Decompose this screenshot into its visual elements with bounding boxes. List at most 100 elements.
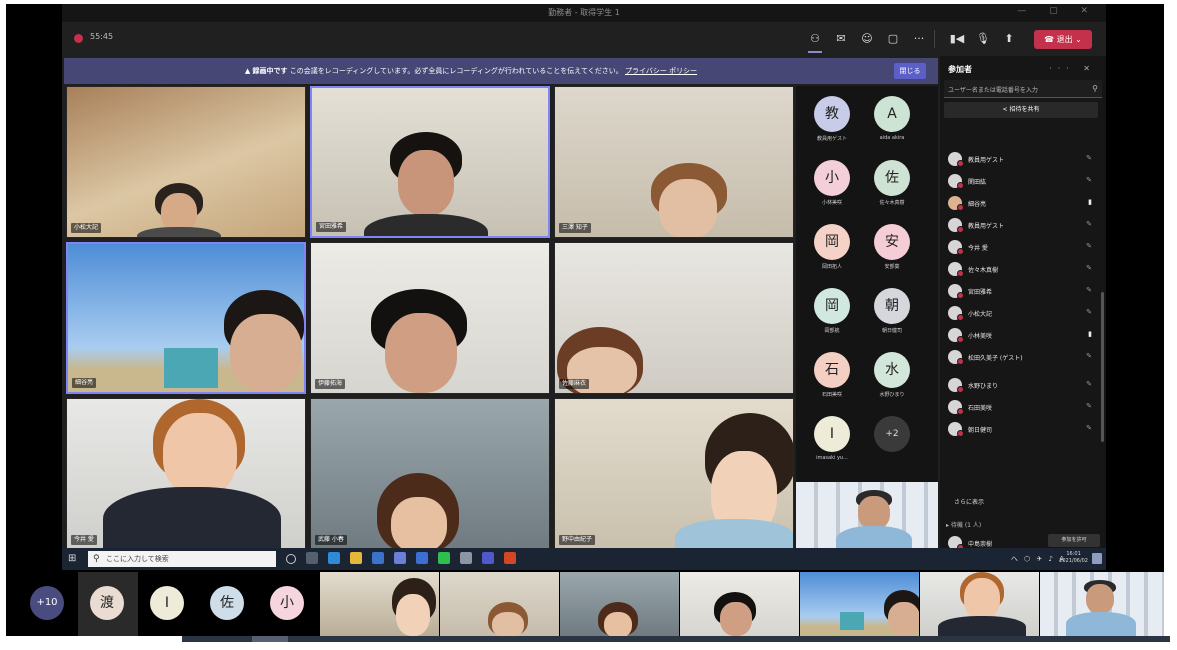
video-tile[interactable]: 今井 愛 bbox=[66, 398, 306, 550]
teams-icon[interactable] bbox=[482, 552, 494, 564]
tile-name: 細谷亮 bbox=[72, 378, 97, 388]
participant-row[interactable]: 小松大記 ✎ bbox=[940, 302, 1106, 324]
panel-scrollbar[interactable] bbox=[1101, 292, 1104, 442]
show-more-link[interactable]: さらに表示 bbox=[954, 497, 984, 506]
overflow-count-avatar[interactable]: +10 bbox=[30, 586, 64, 620]
avatar[interactable]: 水 bbox=[874, 352, 910, 388]
participant-row[interactable]: 関田紘 ✎ bbox=[940, 170, 1106, 192]
leave-label: 退出 bbox=[1056, 35, 1073, 44]
line-icon[interactable] bbox=[438, 552, 450, 564]
task-view-icon[interactable] bbox=[306, 552, 318, 564]
avatar[interactable]: 佐 bbox=[874, 160, 910, 196]
avatar bbox=[948, 196, 964, 211]
avatar-label: 朝日健司 bbox=[881, 328, 902, 334]
camera-icon[interactable]: ▮◀ bbox=[948, 30, 966, 48]
participant-row[interactable]: 朝日健司 ✎ bbox=[940, 418, 1106, 440]
participant-row[interactable]: 細谷亮 ▮ bbox=[940, 192, 1106, 214]
participant-row[interactable]: 水野ひまり ✎ bbox=[940, 374, 1106, 396]
avatar-row: 教 A 教員用ゲスト aida akira bbox=[796, 90, 938, 154]
participant-row[interactable]: 教員用ゲスト ✎ bbox=[940, 148, 1106, 170]
video-thumbnail[interactable] bbox=[680, 572, 799, 636]
video-tile[interactable]: 小松大記 bbox=[66, 86, 306, 238]
clock-date: 2021/06/02 bbox=[1059, 558, 1088, 564]
avatar[interactable]: 石 bbox=[814, 352, 850, 388]
avatar[interactable]: 教 bbox=[814, 96, 850, 132]
avatar bbox=[948, 240, 964, 255]
privacy-policy-link[interactable]: プライバシー ポリシー bbox=[625, 67, 697, 75]
avatar[interactable]: I bbox=[814, 416, 850, 452]
avatar[interactable]: A bbox=[874, 96, 910, 132]
participant-row[interactable]: 松田久美子 (ゲスト) ✎ bbox=[940, 346, 1106, 374]
taskbar-search-input[interactable]: ⚲ ここに入力して検索 bbox=[88, 551, 276, 567]
taskbar-clock[interactable]: 16:01 2021/06/02 bbox=[1059, 551, 1088, 565]
self-view-video[interactable] bbox=[796, 482, 938, 552]
avatar bbox=[948, 284, 964, 299]
share-screen-icon[interactable]: ⬆ bbox=[1000, 30, 1018, 48]
reactions-icon[interactable]: ☺ bbox=[858, 30, 876, 48]
avatar[interactable]: 安 bbox=[874, 224, 910, 260]
participant-row[interactable]: 佐々木真樹 ✎ bbox=[940, 258, 1106, 280]
windows-start-icon[interactable]: ⊞ bbox=[68, 553, 76, 564]
avatar[interactable]: 渡 bbox=[90, 586, 124, 620]
window-controls[interactable]: — ▢ ✕ bbox=[1017, 6, 1098, 16]
word-icon[interactable] bbox=[416, 552, 428, 564]
video-tile-active-speaker[interactable]: 宮田雅希 bbox=[310, 86, 550, 238]
file-explorer-icon[interactable] bbox=[350, 552, 362, 564]
video-tile[interactable]: 伊藤拓海 bbox=[310, 242, 550, 394]
avatar[interactable]: I bbox=[150, 586, 184, 620]
participant-search-input[interactable]: ユーザー名または電話番号を入力 ⚲ bbox=[944, 80, 1102, 98]
participant-name: 佐々木真樹 bbox=[968, 267, 999, 274]
mail-icon[interactable] bbox=[394, 552, 406, 564]
participant-row[interactable]: 教員用ゲスト ✎ bbox=[940, 214, 1106, 236]
video-tile[interactable]: 佐藤麻衣 bbox=[554, 242, 794, 394]
avatar[interactable]: 岡 bbox=[814, 288, 850, 324]
teams-meeting-window: 勤務者 - 取得学生 1 — ▢ ✕ 55:45 ⚇ ✉ ☺ ▢ ··· ▮◀ … bbox=[62, 4, 1106, 570]
video-tile[interactable]: 三澤 知子 bbox=[554, 86, 794, 238]
photos-icon[interactable] bbox=[460, 552, 472, 564]
video-tile[interactable]: 野中由紀子 bbox=[554, 398, 794, 550]
lobby-section-header[interactable]: ▸ 待機 (1 人) bbox=[946, 520, 981, 529]
video-thumbnail[interactable] bbox=[440, 572, 559, 636]
share-invite-button[interactable]: < 招待を共有 bbox=[944, 102, 1098, 118]
panel-controls[interactable]: ··· ✕ bbox=[1049, 64, 1096, 73]
avatar bbox=[948, 350, 964, 365]
participant-row[interactable]: 宮田雅希 ✎ bbox=[940, 280, 1106, 302]
video-thumbnail[interactable] bbox=[560, 572, 679, 636]
edge-icon[interactable] bbox=[328, 552, 340, 564]
share-invite-label: 招待を共有 bbox=[1009, 106, 1040, 113]
avatar[interactable]: 佐 bbox=[210, 586, 244, 620]
video-thumbnail[interactable] bbox=[320, 572, 439, 636]
video-tile[interactable]: 細谷亮 bbox=[66, 242, 306, 394]
chat-icon[interactable]: ✉ bbox=[832, 30, 850, 48]
avatar bbox=[948, 422, 964, 437]
notification-icon[interactable] bbox=[1092, 553, 1102, 564]
participant-row[interactable]: 小林美咲 ▮ bbox=[940, 324, 1106, 346]
participant-name: 関田紘 bbox=[968, 179, 987, 186]
avatar-label: 佐々木真樹 bbox=[879, 200, 905, 206]
admit-button[interactable]: 参加を許可 bbox=[1048, 534, 1100, 547]
avatar[interactable]: 小 bbox=[814, 160, 850, 196]
microphone-icon[interactable]: 🎙 bbox=[974, 30, 992, 48]
avatar[interactable]: 朝 bbox=[874, 288, 910, 324]
participants-icon[interactable]: ⚇ bbox=[806, 30, 824, 53]
rooms-icon[interactable]: ▢ bbox=[884, 30, 902, 48]
self-view-thumbnail[interactable] bbox=[1040, 572, 1164, 636]
store-icon[interactable] bbox=[372, 552, 384, 564]
participant-row[interactable]: 今井 愛 ✎ bbox=[940, 236, 1106, 258]
cortana-icon[interactable] bbox=[286, 554, 296, 564]
video-thumbnail[interactable] bbox=[800, 572, 919, 636]
video-thumbnail[interactable] bbox=[920, 572, 1039, 636]
video-tile[interactable]: 武藤 小春 bbox=[310, 398, 550, 550]
more-actions-icon[interactable]: ··· bbox=[910, 30, 928, 48]
participant-row[interactable]: 石田美咲 ✎ bbox=[940, 396, 1106, 418]
avatar[interactable]: 岡 bbox=[814, 224, 850, 260]
recording-icon bbox=[74, 34, 83, 43]
dismiss-banner-button[interactable]: 閉じる bbox=[894, 63, 926, 79]
more-participants-avatar[interactable]: +2 bbox=[874, 416, 910, 452]
mic-muted-icon: ✎ bbox=[1086, 352, 1092, 360]
banner-message-line: ▲ 録画中です この会議をレコーディングしています。必ず全員にレコーディングが行… bbox=[64, 66, 878, 76]
system-tray[interactable]: へ ⬡ ✈ ♪ A bbox=[1011, 554, 1066, 564]
powerpoint-icon[interactable] bbox=[504, 552, 516, 564]
leave-button[interactable]: ☎ 退出 ⌄ bbox=[1034, 30, 1092, 49]
avatar[interactable]: 小 bbox=[270, 586, 304, 620]
